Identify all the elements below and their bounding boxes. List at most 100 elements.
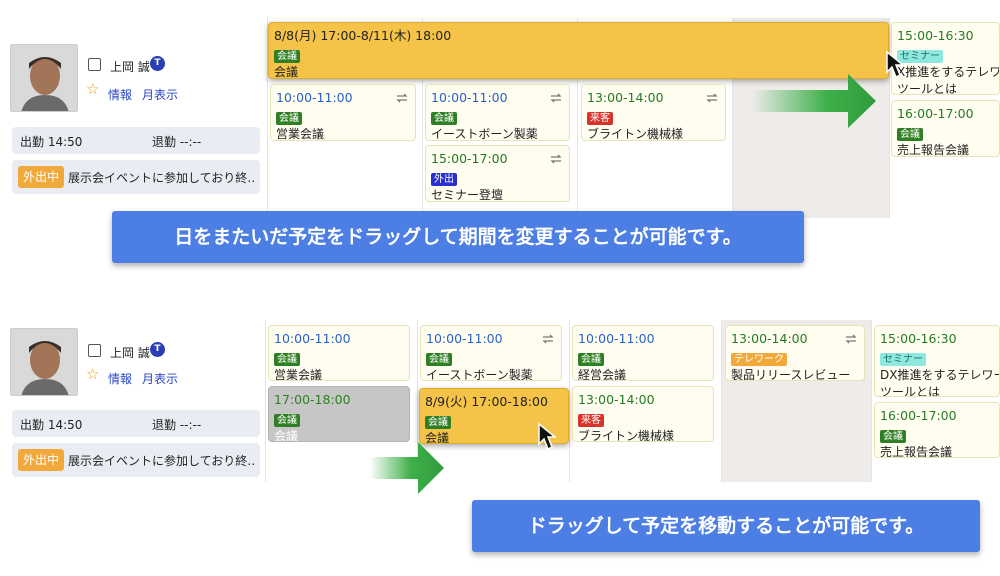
event-tag: 来客: [578, 414, 604, 427]
event-title: 経営会議: [578, 368, 627, 381]
drag-direction-arrow-icon: [752, 74, 876, 128]
event-time: 13:00-14:00: [578, 392, 655, 407]
event-tag: 会議: [274, 353, 300, 366]
event-time: 10:00-11:00: [578, 331, 655, 346]
panel-extend-demo: 上岡 誠 T ☆ 情報 月表示 出勤 14:50 退勤 --:-- 外出中 展示会…: [0, 0, 1000, 290]
event-time: 10:00-11:00: [274, 331, 351, 346]
event-tag: 外出: [431, 173, 457, 186]
event-card[interactable]: 15:00-16:30 セミナー DX推進をするテレワー ツールとは: [874, 325, 1000, 397]
mouse-cursor-icon: [538, 422, 558, 451]
star-icon[interactable]: ☆: [86, 367, 99, 382]
star-icon[interactable]: ☆: [86, 82, 99, 97]
clock-in: 出勤 14:50: [20, 135, 83, 149]
event-time: 17:00-18:00: [274, 392, 351, 407]
event-time: 15:00-16:30: [880, 331, 957, 346]
event-tag: テレワーク: [731, 353, 787, 366]
event-title: イーストボーン製薬: [431, 127, 538, 141]
event-time: 16:00-17:00: [880, 408, 957, 423]
select-checkbox[interactable]: [88, 344, 101, 357]
event-title: ブライトン機械様: [587, 127, 684, 141]
event-tag: 会議: [425, 416, 451, 429]
event-tag: 会議: [880, 430, 906, 443]
event-card[interactable]: 15:00-17:00 外出 セミナー登壇: [425, 145, 570, 202]
repeat-icon: [550, 93, 562, 103]
status-text: 展示会イベントに参加しており終…: [68, 454, 256, 468]
event-card[interactable]: 10:00-11:00 会議 営業会議: [270, 84, 416, 141]
user-type-badge: T: [150, 56, 165, 71]
repeat-icon: [706, 93, 718, 103]
event-time: 10:00-11:00: [276, 90, 353, 105]
avatar: [10, 44, 78, 112]
event-title: イーストボーン製薬: [426, 368, 533, 381]
event-time: 10:00-11:00: [426, 331, 503, 346]
column-divider: [721, 320, 722, 482]
multi-day-event-dragging[interactable]: 8/8(月) 17:00-8/11(木) 18:00 会議 会議: [268, 22, 889, 79]
event-time: 13:00-14:00: [731, 331, 808, 346]
event-title: 会議: [274, 429, 299, 442]
status-row: 外出中 展示会イベントに参加しており終…: [12, 443, 260, 477]
event-card[interactable]: 16:00-17:00 会議 売上報告会議: [874, 402, 1000, 458]
event-time: 10:00-11:00: [431, 90, 508, 105]
event-time: 8/9(火) 17:00-18:00: [425, 394, 548, 409]
month-view-link[interactable]: 月表示: [142, 88, 178, 102]
month-view-link[interactable]: 月表示: [142, 372, 178, 386]
event-time: 15:00-17:00: [431, 151, 508, 166]
event-title: DX推進をするテレワー: [880, 368, 1000, 382]
event-tag: 会議: [274, 414, 300, 427]
event-card[interactable]: 10:00-11:00 会議 営業会議: [268, 325, 410, 381]
event-time: 8/8(月) 17:00-8/11(木) 18:00: [274, 28, 452, 43]
drag-direction-arrow-icon: [370, 442, 444, 494]
event-title: ブライトン機械様: [578, 429, 675, 442]
event-tag: 来客: [587, 112, 613, 125]
event-tag: 会議: [276, 112, 302, 125]
repeat-icon: [542, 334, 554, 344]
event-card[interactable]: 13:00-14:00 来客 ブライトン機械様: [572, 386, 714, 442]
event-title: 売上報告会議: [880, 445, 953, 458]
event-card[interactable]: 10:00-11:00 会議 イーストボーン製薬: [425, 84, 570, 141]
event-title: 営業会議: [274, 368, 323, 381]
event-card[interactable]: 10:00-11:00 会議 経営会議: [572, 325, 714, 381]
event-title: 営業会議: [276, 127, 325, 141]
event-time: 16:00-17:00: [897, 106, 974, 121]
status-row: 外出中 展示会イベントに参加しており終…: [12, 160, 260, 194]
attendance-row: 出勤 14:50 退勤 --:--: [12, 127, 260, 154]
event-tag: 会議: [897, 128, 923, 141]
caption-banner: ドラッグして予定を移動することが可能です。: [472, 500, 980, 552]
caption-banner: 日をまたいだ予定をドラッグして期間を変更することが可能です。: [112, 211, 804, 263]
event-card[interactable]: 10:00-11:00 会議 イーストボーン製薬: [420, 325, 562, 381]
event-tag: 会議: [426, 353, 452, 366]
clock-out: 退勤 --:--: [152, 135, 202, 149]
user-name: 上岡 誠: [110, 60, 150, 74]
event-card-original-position: 17:00-18:00 会議 会議: [268, 386, 410, 442]
status-text: 展示会イベントに参加しており終…: [68, 171, 256, 185]
repeat-icon: [845, 334, 857, 344]
event-title-line2: ツールとは: [880, 385, 941, 397]
panel-move-demo: 上岡 誠 T ☆ 情報 月表示 出勤 14:50 退勤 --:-- 外出中 展示会…: [0, 300, 1000, 576]
event-tag: 会議: [274, 50, 300, 63]
clock-in: 出勤 14:50: [20, 418, 83, 432]
select-checkbox[interactable]: [88, 58, 101, 71]
event-title-line2: ツールとは: [897, 82, 958, 95]
event-card[interactable]: 16:00-17:00 会議 売上報告会議: [891, 100, 1000, 157]
mouse-cursor-icon: [886, 50, 906, 79]
info-link[interactable]: 情報: [108, 372, 132, 386]
status-badge: 外出中: [18, 449, 65, 471]
column-divider: [889, 18, 890, 218]
user-links: 情報 月表示: [108, 86, 188, 103]
event-title: 売上報告会議: [897, 143, 970, 157]
info-link[interactable]: 情報: [108, 88, 132, 102]
event-time: 13:00-14:00: [587, 90, 664, 105]
event-card[interactable]: 13:00-14:00 来客 ブライトン機械様: [581, 84, 726, 141]
user-links: 情報 月表示: [108, 370, 188, 387]
event-time: 15:00-16:30: [897, 28, 974, 43]
event-card[interactable]: 13:00-14:00 テレワーク 製品リリースレビュー: [725, 325, 865, 381]
column-divider: [265, 320, 266, 482]
user-name: 上岡 誠: [110, 346, 150, 360]
event-title: セミナー登壇: [431, 188, 504, 202]
event-tag: 会議: [431, 112, 457, 125]
event-tag: 会議: [578, 353, 604, 366]
event-title: 製品リリースレビュー: [731, 368, 851, 381]
clock-out: 退勤 --:--: [152, 418, 202, 432]
attendance-row: 出勤 14:50 退勤 --:--: [12, 410, 260, 437]
event-tag: セミナー: [880, 353, 926, 366]
